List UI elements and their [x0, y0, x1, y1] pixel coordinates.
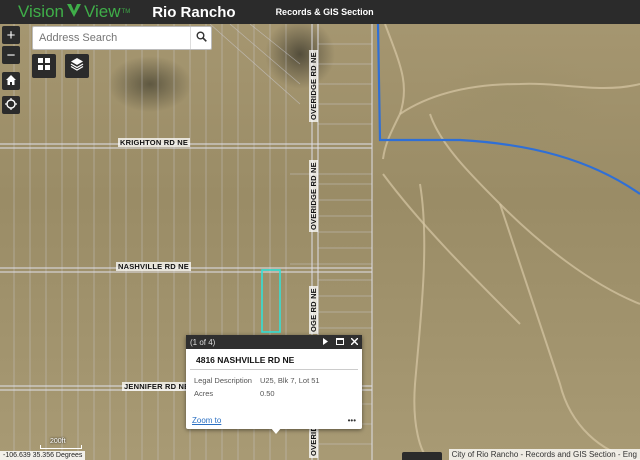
- layers-icon: [70, 57, 84, 76]
- popup-pointer: [270, 427, 282, 434]
- map-attribution: City of Rio Rancho - Records and GIS Sec…: [448, 449, 640, 460]
- road-label-overidge-mid: OVERIDGE RD NE: [309, 160, 318, 232]
- road-label-krighton: KRIGHTON RD NE: [118, 138, 191, 147]
- attribute-value: U25, Blk 7, Lot 51: [259, 376, 320, 385]
- visionview-logo: Vision View TM: [18, 2, 130, 23]
- zoom-out-label: −: [6, 46, 16, 64]
- road-label-overidge-bottom: OVERID: [309, 424, 318, 458]
- close-icon: [350, 337, 359, 347]
- dirt-paths: [382, 24, 640, 460]
- home-button[interactable]: [2, 72, 20, 90]
- zoom-to-link[interactable]: Zoom to: [192, 416, 221, 425]
- selected-parcel-outline: [261, 269, 281, 333]
- search-icon: [196, 29, 207, 47]
- app-header: Vision View TM Rio Rancho Records & GIS …: [0, 0, 640, 24]
- logo-vision-text: Vision: [18, 2, 64, 21]
- zoom-in-button[interactable]: +: [2, 26, 20, 44]
- road-label-overidge-top: OVERIDGE RD NE: [309, 50, 318, 122]
- logo-v-icon: [66, 2, 82, 23]
- close-popup-button[interactable]: [350, 337, 359, 347]
- grid-icon: [37, 57, 51, 76]
- search-button[interactable]: [190, 27, 211, 49]
- popup-attribute-table: Legal Description U25, Blk 7, Lot 51 Acr…: [190, 374, 324, 400]
- attribute-label: Legal Description: [194, 376, 252, 385]
- basemap-gallery-button[interactable]: [32, 54, 56, 78]
- home-icon: [5, 73, 17, 90]
- nav-toggle-button[interactable]: [402, 452, 442, 460]
- zoom-out-button[interactable]: −: [2, 46, 20, 64]
- popup-counter: (1 of 4): [190, 337, 216, 347]
- layer-list-button[interactable]: [65, 54, 89, 78]
- table-row: Legal Description U25, Blk 7, Lot 51: [190, 374, 324, 387]
- city-boundary-line: [376, 24, 640, 195]
- more-options-button[interactable]: •••: [348, 416, 356, 425]
- popup-titlebar: (1 of 4): [186, 335, 362, 349]
- locate-button[interactable]: [2, 96, 20, 114]
- popup-footer: Zoom to •••: [192, 416, 356, 425]
- popup-address-title: 4816 NASHVILLE RD NE: [190, 349, 358, 370]
- coordinate-readout: -106.639 35.356 Degrees: [0, 451, 86, 460]
- feature-popup: (1 of 4) 4816 NASHVILLE RD NE Legal Desc…: [186, 335, 362, 429]
- table-row: Acres 0.50: [190, 387, 324, 400]
- attribute-label: Acres: [194, 389, 214, 398]
- section-title: Records & GIS Section: [275, 7, 374, 17]
- address-search-input[interactable]: [33, 31, 191, 45]
- address-search-box: [32, 26, 212, 50]
- logo-trademark: TM: [121, 9, 131, 15]
- road-label-nashville: NASHVILLE RD NE: [116, 262, 191, 271]
- zoom-in-label: +: [6, 26, 16, 44]
- city-title: Rio Rancho: [152, 3, 236, 21]
- logo-view-text: View: [84, 2, 121, 21]
- locate-icon: [5, 97, 17, 114]
- attribute-value: 0.50: [259, 389, 275, 398]
- next-feature-button[interactable]: [322, 337, 329, 347]
- scale-bar: [40, 445, 82, 449]
- scale-label: 200ft: [50, 438, 66, 445]
- road-label-overidge-low: OGE RD NE: [309, 286, 318, 334]
- maximize-button[interactable]: [336, 337, 344, 347]
- road-label-jennifer: JENNIFER RD NE: [122, 382, 192, 391]
